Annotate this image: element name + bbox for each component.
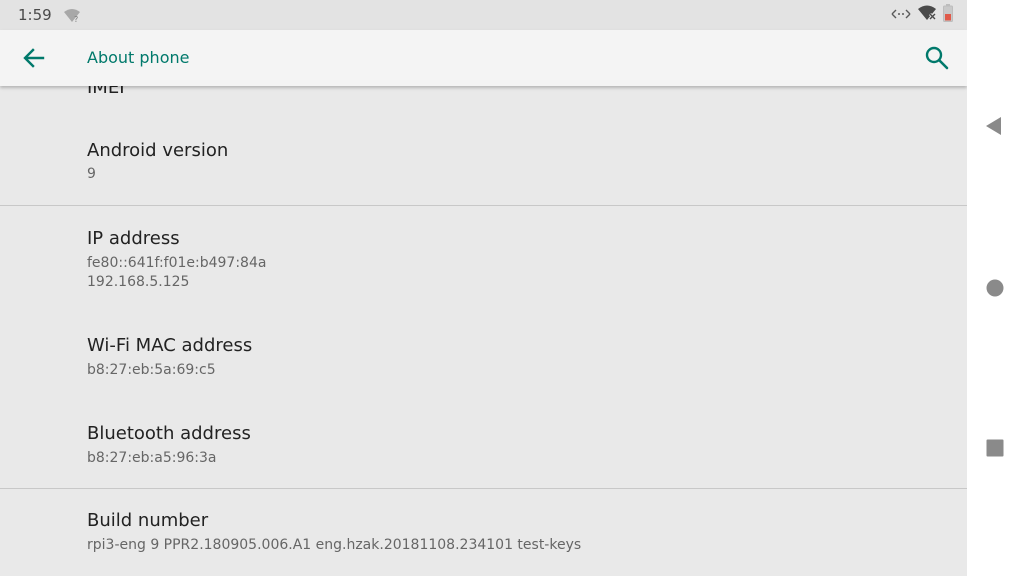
item-title: Android version xyxy=(87,140,229,161)
item-subtitle: 9 xyxy=(87,166,96,182)
list-item-android-version[interactable]: Android version 9 xyxy=(0,118,967,205)
settings-screen: IMEI Android version 9 IP address fe80::… xyxy=(0,0,967,576)
battery-low-icon xyxy=(943,4,953,26)
nav-home-icon xyxy=(986,279,1004,297)
wifi-question-icon: ? xyxy=(63,8,81,24)
item-title: Bluetooth address xyxy=(87,423,251,444)
item-subtitle: fe80::641f:f01e:b497:84a 192.168.5.125 xyxy=(87,255,267,290)
nav-recents-icon xyxy=(986,439,1004,457)
item-subtitle: b8:27:eb:a5:96:3a xyxy=(87,450,217,466)
navigation-bar xyxy=(967,0,1024,576)
list-item-ip-address[interactable]: IP address fe80::641f:f01e:b497:84a 192.… xyxy=(0,206,967,306)
item-title: Build number xyxy=(87,510,209,531)
wifi-off-icon xyxy=(917,5,937,25)
search-icon xyxy=(925,46,949,70)
svg-text:?: ? xyxy=(74,15,78,23)
list-item-build-number[interactable]: Build number rpi3-eng 9 PPR2.180905.006.… xyxy=(0,489,967,576)
settings-list: IMEI Android version 9 IP address fe80::… xyxy=(0,0,967,576)
list-item-wifi-mac[interactable]: Wi-Fi MAC address b8:27:eb:5a:69:c5 xyxy=(0,313,967,401)
nav-recents-button[interactable] xyxy=(981,434,1009,462)
back-arrow-icon xyxy=(23,48,45,68)
status-icons xyxy=(891,4,953,26)
back-button[interactable] xyxy=(20,44,48,72)
item-title: Wi-Fi MAC address xyxy=(87,335,253,356)
list-item-bluetooth-address[interactable]: Bluetooth address b8:27:eb:a5:96:3a xyxy=(0,401,967,488)
item-title: IP address xyxy=(87,228,180,249)
item-subtitle: b8:27:eb:5a:69:c5 xyxy=(87,362,216,378)
page-title: About phone xyxy=(87,48,190,67)
status-time: 1:59 xyxy=(18,6,52,24)
nav-home-button[interactable] xyxy=(981,274,1009,302)
search-button[interactable] xyxy=(923,44,951,72)
nav-back-button[interactable] xyxy=(981,112,1009,140)
status-bar: 1:59 ? xyxy=(0,0,967,30)
nav-back-icon xyxy=(986,117,1001,135)
data-sync-icon xyxy=(891,6,911,25)
item-subtitle: rpi3-eng 9 PPR2.180905.006.A1 eng.hzak.2… xyxy=(87,537,582,553)
app-bar: About phone xyxy=(0,30,967,86)
